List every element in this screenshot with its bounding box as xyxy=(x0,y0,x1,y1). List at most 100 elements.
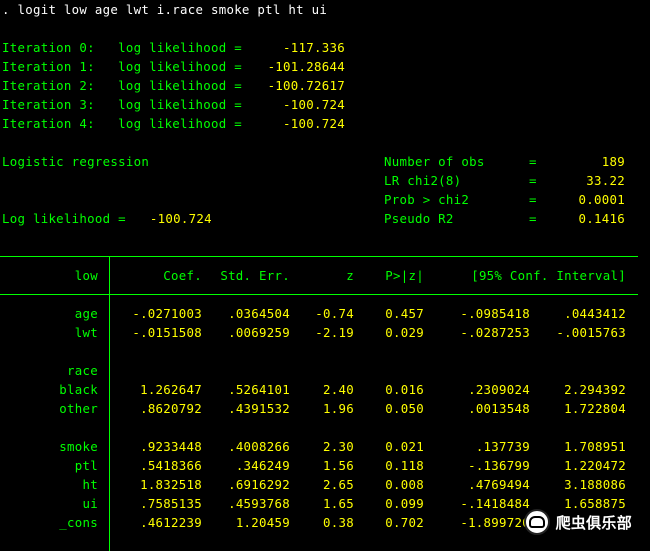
row-coef: .8620792 xyxy=(140,401,202,416)
row-p: 0.021 xyxy=(385,439,424,454)
model-stat-row: Prob > chi2 = 0.0001 xyxy=(384,190,625,209)
header-p: P>|z| xyxy=(385,268,424,283)
row-p: 0.118 xyxy=(385,458,424,473)
row-variable: smoke xyxy=(59,439,98,454)
header-z: z xyxy=(346,268,354,283)
iteration-value: -101.28644 xyxy=(267,59,345,74)
row-hi: 3.188086 xyxy=(564,477,626,492)
row-z: 1.96 xyxy=(323,401,354,416)
log-likelihood-row: Log likelihood = -100.724 xyxy=(2,209,212,228)
row-se: .0069259 xyxy=(228,325,290,340)
loglik-value: -100.724 xyxy=(149,211,212,226)
row-z: 2.30 xyxy=(323,439,354,454)
row-hi: .0443412 xyxy=(564,306,626,321)
stat-equals: = xyxy=(529,173,537,188)
iteration-text: log likelihood = xyxy=(118,40,242,55)
row-z: -2.19 xyxy=(315,325,354,340)
row-z: 2.40 xyxy=(323,382,354,397)
row-hi: 1.220472 xyxy=(564,458,626,473)
iteration-row: Iteration 4: log likelihood = -100.724 xyxy=(2,114,345,133)
row-p: 0.099 xyxy=(385,496,424,511)
row-hi: 1.722804 xyxy=(564,401,626,416)
iteration-label: Iteration 2: xyxy=(2,78,95,93)
row-variable: black xyxy=(59,382,98,397)
row-se: .4391532 xyxy=(228,401,290,416)
row-hi: 2.294392 xyxy=(564,382,626,397)
row-lo: .4769494 xyxy=(468,477,530,492)
stat-equals: = xyxy=(529,192,537,207)
model-stat-row: Pseudo R2 = 0.1416 xyxy=(384,209,625,228)
iteration-label: Iteration 0: xyxy=(2,40,95,55)
iteration-text: log likelihood = xyxy=(118,59,242,74)
header-se: Std. Err. xyxy=(220,268,290,283)
stat-value: 0.1416 xyxy=(578,211,625,226)
row-lo: .2309024 xyxy=(468,382,530,397)
row-se: .6916292 xyxy=(228,477,290,492)
row-se: .0364504 xyxy=(228,306,290,321)
stat-value: 33.22 xyxy=(586,173,625,188)
row-z: 2.65 xyxy=(323,477,354,492)
row-se: 1.20459 xyxy=(235,515,290,530)
row-se: .5264101 xyxy=(228,382,290,397)
row-p: 0.050 xyxy=(385,401,424,416)
stat-value: 189 xyxy=(601,154,625,169)
row-coef: .9233448 xyxy=(140,439,202,454)
row-variable: ui xyxy=(82,496,98,511)
row-coef: -.0271003 xyxy=(132,306,202,321)
model-title: Logistic regression xyxy=(2,154,150,169)
command-line: . logit low age lwt i.race smoke ptl ht … xyxy=(2,2,328,17)
stata-results-window: . logit low age lwt i.race smoke ptl ht … xyxy=(0,0,650,551)
row-lo: .0013548 xyxy=(468,401,530,416)
iteration-text: log likelihood = xyxy=(118,78,242,93)
row-z: 0.38 xyxy=(323,515,354,530)
stat-label: LR chi2(8) xyxy=(384,173,462,188)
row-lo: .137739 xyxy=(475,439,530,454)
iteration-value: -100.72617 xyxy=(267,78,345,93)
row-hi: 1.708951 xyxy=(564,439,626,454)
stat-label: Pseudo R2 xyxy=(384,211,454,226)
iteration-row: Iteration 2: log likelihood = -100.72617 xyxy=(2,76,345,95)
header-ci: [95% Conf. Interval] xyxy=(471,268,626,283)
model-stat-row: LR chi2(8) = 33.22 xyxy=(384,171,625,190)
row-lo: -.1418484 xyxy=(460,496,530,511)
row-variable: _cons xyxy=(59,515,98,530)
header-var: low xyxy=(74,268,98,283)
iteration-row: Iteration 3: log likelihood = -100.724 xyxy=(2,95,345,114)
loglik-label: Log likelihood = xyxy=(2,211,126,226)
row-se: .4593768 xyxy=(228,496,290,511)
model-stat-row: Number of obs = 189 xyxy=(384,152,625,171)
row-lo: -1.899720 xyxy=(460,515,530,530)
stat-label: Prob > chi2 xyxy=(384,192,470,207)
row-coef: 1.832518 xyxy=(140,477,202,492)
row-p: 0.029 xyxy=(385,325,424,340)
iteration-row: Iteration 1: log likelihood = -101.28644 xyxy=(2,57,345,76)
iteration-value: -117.336 xyxy=(283,40,345,55)
row-p: 0.016 xyxy=(385,382,424,397)
row-z: 1.56 xyxy=(323,458,354,473)
stat-value: 0.0001 xyxy=(578,192,625,207)
stat-equals: = xyxy=(529,154,537,169)
iteration-text: log likelihood = xyxy=(118,97,242,112)
table-top-rule xyxy=(0,256,638,257)
row-variable: ptl xyxy=(74,458,98,473)
row-hi: -.0015763 xyxy=(556,325,626,340)
row-coef: 1.262647 xyxy=(140,382,202,397)
row-variable: other xyxy=(59,401,98,416)
watermark-text: 爬虫俱乐部 xyxy=(555,513,632,532)
iteration-label: Iteration 4: xyxy=(2,116,95,131)
row-lo: -.0985418 xyxy=(460,306,530,321)
row-z: 1.65 xyxy=(323,496,354,511)
row-lo: -.0287253 xyxy=(460,325,530,340)
row-se: .4008266 xyxy=(228,439,290,454)
row-se: .346249 xyxy=(235,458,290,473)
row-p: 0.457 xyxy=(385,306,424,321)
stat-equals: = xyxy=(529,211,537,226)
watermark: 爬虫俱乐部 xyxy=(523,509,632,535)
iteration-value: -100.724 xyxy=(283,97,345,112)
row-lo: -.136799 xyxy=(468,458,530,473)
row-variable: race xyxy=(67,363,98,378)
row-coef: .4612239 xyxy=(140,515,202,530)
table-header-rule xyxy=(0,294,638,295)
watermark-logo-icon xyxy=(523,509,550,535)
row-coef: .7585135 xyxy=(140,496,202,511)
